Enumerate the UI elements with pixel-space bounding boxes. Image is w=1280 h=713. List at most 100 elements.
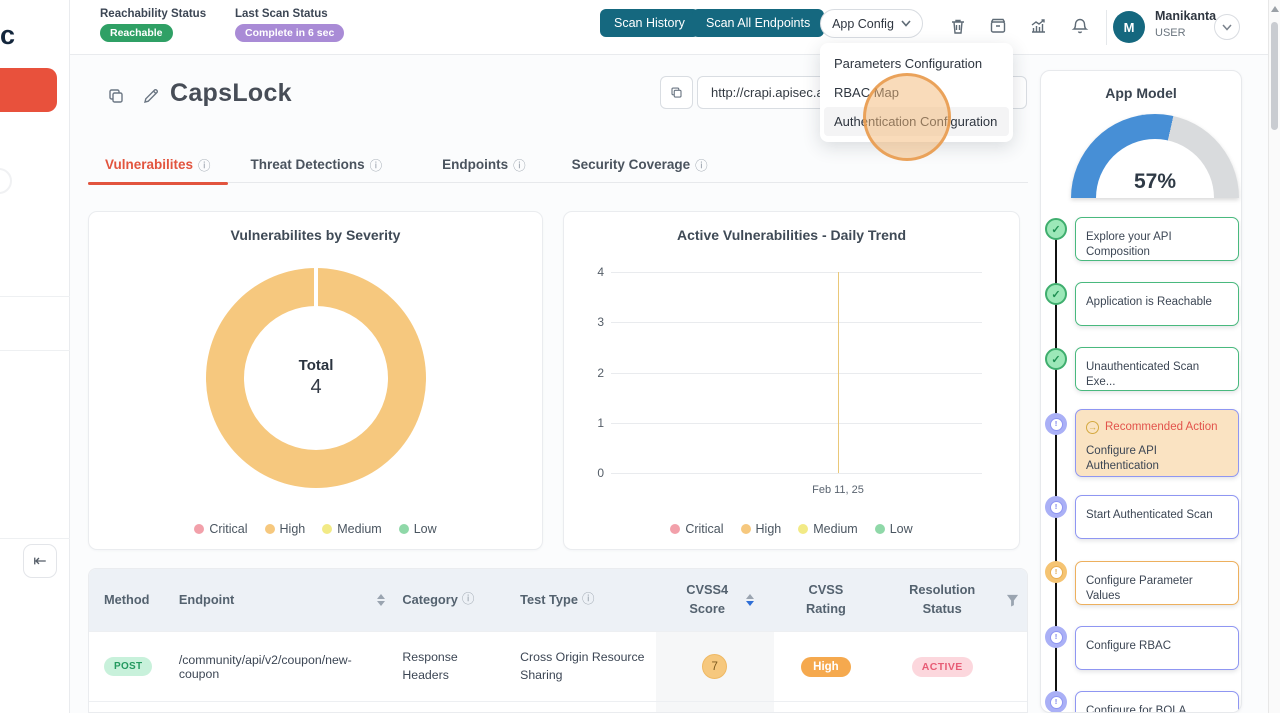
tab-threat-detections[interactable]: Threat Detections ⓘ (234, 145, 400, 183)
column-header-label: CVSS Rating (794, 581, 858, 618)
step-label: Explore your API Composition (1086, 231, 1172, 258)
app-config-dropdown-button[interactable]: App Config (820, 9, 923, 38)
app-model-gauge: 57% (1071, 114, 1239, 198)
user-menu-chevron[interactable] (1214, 14, 1240, 40)
avatar-initial: M (1124, 20, 1135, 35)
legend-dot (875, 524, 885, 534)
legend-item-high[interactable]: High (265, 522, 306, 536)
gauge-percent-value: 57% (1071, 170, 1239, 194)
y-axis-tick: 1 (582, 416, 604, 430)
sidebar-divider (0, 296, 70, 297)
sidebar-collapse-button[interactable]: ⇤ (23, 544, 57, 578)
step-label: Configure API Authentication (1086, 445, 1159, 472)
step-card-configure-api-authentication[interactable]: → Recommended Action Configure API Authe… (1075, 409, 1239, 477)
tab-security-coverage[interactable]: Security Coverage ⓘ (555, 145, 725, 183)
scan-all-endpoints-button[interactable]: Scan All Endpoints (692, 9, 824, 37)
cvss4-score-badge: 7 (702, 654, 727, 679)
legend-item-medium[interactable]: Medium (322, 522, 381, 536)
last-scan-status: Last Scan Status Complete in 6 sec (235, 8, 344, 42)
resolution-status-badge: ACTIVE (912, 657, 973, 677)
menu-item-parameters-configuration[interactable]: Parameters Configuration (820, 49, 1013, 78)
step-label: Configure Parameter Values (1086, 575, 1193, 602)
trend-plot-area: 4 3 2 1 0 Feb 11, 25 (611, 272, 982, 473)
legend-dot (265, 524, 275, 534)
donut-total-value: 4 (310, 376, 321, 399)
legend-label: Low (890, 522, 913, 536)
reachability-status: Reachability Status Reachable (100, 8, 206, 42)
column-header-category: Category ⓘ (394, 569, 506, 631)
menu-item-rbac-map[interactable]: RBAC Map (820, 78, 1013, 107)
legend-item-low[interactable]: Low (399, 522, 437, 536)
tab-vulnerabilities[interactable]: Vulnerabilites ⓘ (88, 145, 228, 183)
score-sort-icon[interactable] (746, 594, 754, 606)
legend-dot (322, 524, 332, 534)
date-marker-line (838, 272, 839, 473)
method-badge: POST (104, 657, 152, 676)
sidebar-active-item[interactable] (0, 68, 57, 112)
last-scan-status-label: Last Scan Status (235, 8, 344, 20)
scan-history-button[interactable]: Scan History (600, 9, 699, 37)
legend-label: Medium (337, 522, 381, 536)
legend-item-high[interactable]: High (741, 522, 782, 536)
cvss-rating-badge: High (801, 657, 851, 677)
reachability-status-label: Reachability Status (100, 8, 206, 20)
table-row[interactable] (89, 701, 1027, 713)
severity-chart-title: Vulnerabilites by Severity (89, 227, 542, 243)
tab-label: Threat Detections (251, 157, 365, 172)
legend-item-critical[interactable]: Critical (194, 522, 247, 536)
column-header-endpoint: Endpoint (174, 569, 369, 631)
copy-app-name-icon[interactable] (106, 86, 126, 106)
tab-endpoints[interactable]: Endpoints ⓘ (425, 145, 543, 183)
step-card-unauthenticated-scan[interactable]: Unauthenticated Scan Exe... (1075, 347, 1239, 391)
top-header: Reachability Status Reachable Last Scan … (70, 0, 1268, 55)
info-icon[interactable]: ⓘ (695, 155, 708, 174)
endpoint-sort-icon[interactable] (377, 594, 385, 606)
edit-app-name-icon[interactable] (141, 86, 161, 106)
copy-url-button[interactable] (660, 76, 693, 109)
tab-label: Security Coverage (572, 157, 691, 172)
step-card-explore-api[interactable]: Explore your API Composition (1075, 217, 1239, 261)
menu-item-authentication-configuration[interactable]: Authentication Configuration (824, 107, 1009, 136)
x-axis-tick: Feb 11, 25 (812, 484, 864, 496)
filter-icon[interactable] (1006, 594, 1019, 607)
tab-label: Endpoints (442, 157, 508, 172)
table-row[interactable]: POST /community/api/v2/coupon/new-coupon… (89, 631, 1027, 701)
step-pending-icon: ! (1045, 626, 1067, 648)
left-sidebar: c ⇤ (0, 0, 70, 713)
step-card-app-reachable[interactable]: Application is Reachable (1075, 282, 1239, 326)
step-label: Application is Reachable (1086, 296, 1212, 308)
step-card-start-authenticated-scan[interactable]: Start Authenticated Scan (1075, 495, 1239, 539)
legend-item-medium[interactable]: Medium (798, 522, 857, 536)
legend-dot (741, 524, 751, 534)
info-icon[interactable]: ⓘ (582, 591, 595, 609)
scrollbar-thumb[interactable] (1271, 22, 1278, 130)
step-card-configure-for-bola[interactable]: Configure for BOLA (1075, 691, 1239, 713)
analytics-icon[interactable] (1028, 16, 1048, 36)
step-label: Configure for BOLA (1086, 705, 1186, 713)
trend-legend: Critical High Medium Low (564, 522, 1019, 536)
legend-item-low[interactable]: Low (875, 522, 913, 536)
app-config-menu: Parameters Configuration RBAC Map Authen… (820, 43, 1013, 142)
step-card-configure-rbac[interactable]: Configure RBAC (1075, 626, 1239, 670)
test-type-cell: Cross Origin Resource Sharing (506, 632, 656, 701)
legend-item-critical[interactable]: Critical (670, 522, 723, 536)
scroll-up-arrow[interactable] (1271, 6, 1279, 12)
info-icon[interactable]: ⓘ (198, 155, 211, 174)
donut-total-label: Total (299, 357, 334, 374)
info-icon[interactable]: ⓘ (462, 591, 475, 609)
archive-icon[interactable] (988, 16, 1008, 36)
info-icon[interactable]: ⓘ (370, 155, 383, 174)
notifications-bell-icon[interactable] (1070, 16, 1090, 36)
y-axis-tick: 2 (582, 366, 604, 380)
collapse-icon: ⇤ (33, 551, 46, 571)
delete-icon[interactable] (948, 16, 968, 36)
recommended-action-label: Recommended Action (1105, 420, 1218, 435)
step-label: Configure RBAC (1086, 640, 1171, 652)
sidebar-item-icon[interactable] (0, 168, 12, 194)
page-scrollbar[interactable] (1268, 0, 1280, 713)
step-pending-icon: ! (1045, 496, 1067, 518)
info-icon[interactable]: ⓘ (513, 155, 526, 174)
step-card-configure-parameter-values[interactable]: Configure Parameter Values (1075, 561, 1239, 605)
column-header-label: Test Type (520, 591, 578, 609)
user-avatar[interactable]: M (1113, 11, 1145, 43)
